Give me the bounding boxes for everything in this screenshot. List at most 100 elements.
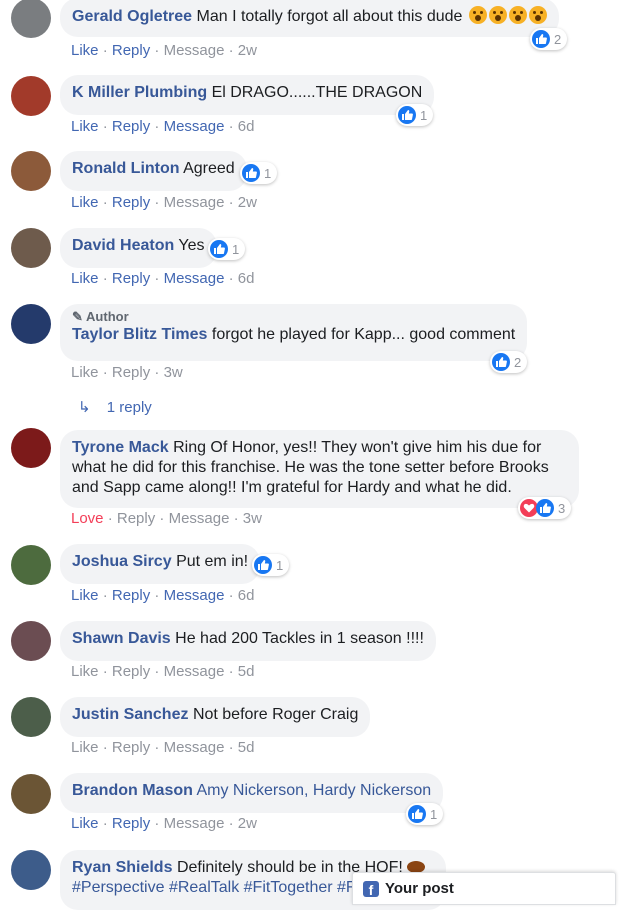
like-link[interactable]: Like bbox=[71, 42, 99, 59]
avatar[interactable] bbox=[11, 151, 51, 191]
like-link[interactable]: Like bbox=[71, 815, 99, 832]
message-link[interactable]: Message bbox=[164, 194, 225, 211]
timestamp[interactable]: 3w bbox=[243, 510, 262, 527]
like-reaction-icon bbox=[242, 164, 260, 182]
reaction-count[interactable]: 1 bbox=[208, 238, 246, 260]
comment-bubble: ✎ Author Taylor Blitz Times forgot he pl… bbox=[60, 304, 528, 361]
comment-text: Yes bbox=[178, 237, 205, 254]
reaction-count[interactable]: 2 bbox=[490, 351, 528, 373]
comment-actions: Like · Reply · Message · 5d bbox=[71, 739, 255, 756]
avatar[interactable] bbox=[11, 228, 51, 268]
avatar[interactable] bbox=[11, 76, 51, 116]
reaction-count[interactable]: 3 bbox=[518, 497, 572, 519]
timestamp[interactable]: 6d bbox=[238, 587, 255, 604]
avatar[interactable] bbox=[11, 850, 51, 890]
comment-bubble: David Heaton Yes bbox=[60, 228, 217, 268]
timestamp[interactable]: 5d bbox=[238, 663, 255, 680]
comment-bubble: Ronald Linton Agreed bbox=[60, 151, 247, 191]
commenter-name[interactable]: K Miller Plumbing bbox=[72, 84, 207, 101]
timestamp[interactable]: 3w bbox=[164, 364, 183, 381]
commenter-name[interactable]: Gerald Ogletree bbox=[72, 8, 192, 25]
reply-link[interactable]: Reply bbox=[112, 194, 150, 211]
commenter-name[interactable]: Joshua Sircy bbox=[72, 553, 172, 570]
pencil-icon: ✎ bbox=[72, 309, 83, 324]
reaction-number: 1 bbox=[264, 165, 272, 181]
view-replies-link[interactable]: ↳ 1 reply bbox=[78, 398, 152, 416]
comment-text: Man I totally forgot all about this dude bbox=[196, 8, 463, 25]
avatar[interactable] bbox=[11, 304, 51, 344]
message-link[interactable]: Message bbox=[164, 815, 225, 832]
avatar[interactable] bbox=[11, 0, 51, 38]
message-link[interactable]: Message bbox=[164, 739, 225, 756]
reaction-count[interactable]: 1 bbox=[406, 803, 444, 825]
timestamp[interactable]: 6d bbox=[238, 118, 255, 135]
commenter-name[interactable]: Taylor Blitz Times bbox=[72, 326, 207, 343]
message-link[interactable]: Message bbox=[164, 663, 225, 680]
comment-actions: Like · Reply · Message · 6d bbox=[71, 118, 255, 135]
reaction-number: 2 bbox=[554, 31, 562, 47]
avatar[interactable] bbox=[11, 697, 51, 737]
hashtags[interactable]: #Perspective #RealTalk #FitTogether #F bbox=[72, 879, 356, 896]
comment-text: Agreed bbox=[183, 160, 235, 177]
avatar[interactable] bbox=[11, 774, 51, 814]
reply-link[interactable]: Reply bbox=[112, 364, 150, 381]
reaction-count[interactable]: 1 bbox=[240, 162, 278, 184]
comment-bubble: Justin Sanchez Not before Roger Craig bbox=[60, 697, 371, 737]
like-link[interactable]: Like bbox=[71, 663, 99, 680]
reply-link[interactable]: Reply bbox=[112, 663, 150, 680]
like-reaction-icon bbox=[398, 106, 416, 124]
timestamp[interactable]: 2w bbox=[238, 42, 257, 59]
your-post-label: Your post bbox=[385, 880, 454, 897]
reply-link[interactable]: Reply bbox=[112, 739, 150, 756]
message-link[interactable]: Message bbox=[164, 270, 225, 287]
commenter-name[interactable]: Brandon Mason bbox=[72, 782, 193, 799]
commenter-name[interactable]: Shawn Davis bbox=[72, 630, 171, 647]
like-link[interactable]: Like bbox=[71, 739, 99, 756]
reply-link[interactable]: Reply bbox=[112, 587, 150, 604]
comment-actions: Like · Reply · Message · 6d bbox=[71, 270, 255, 287]
message-link[interactable]: Message bbox=[164, 587, 225, 604]
commenter-name[interactable]: Ronald Linton bbox=[72, 160, 180, 177]
commenter-name[interactable]: Ryan Shields bbox=[72, 859, 172, 876]
timestamp[interactable]: 5d bbox=[238, 739, 255, 756]
reaction-number: 1 bbox=[430, 806, 438, 822]
love-link[interactable]: Love bbox=[71, 510, 104, 527]
comment-actions: Love · Reply · Message · 3w bbox=[71, 510, 262, 527]
reply-link[interactable]: Reply bbox=[112, 815, 150, 832]
timestamp[interactable]: 2w bbox=[238, 194, 257, 211]
commenter-name[interactable]: Tyrone Mack bbox=[72, 439, 169, 456]
timestamp[interactable]: 6d bbox=[238, 270, 255, 287]
like-reaction-icon bbox=[408, 805, 426, 823]
avatar[interactable] bbox=[11, 545, 51, 585]
reaction-count[interactable]: 2 bbox=[530, 28, 568, 50]
commenter-name[interactable]: Justin Sanchez bbox=[72, 706, 188, 723]
message-link[interactable]: Message bbox=[164, 42, 225, 59]
comment-actions: Like · Reply · Message · 2w bbox=[71, 42, 257, 59]
commenter-name[interactable]: David Heaton bbox=[72, 237, 174, 254]
wow-emoji-icon bbox=[468, 6, 487, 24]
avatar[interactable] bbox=[11, 621, 51, 661]
comment-bubble: Joshua Sircy Put em in! bbox=[60, 544, 261, 584]
comment: Gerald Ogletree Man I totally forgot all… bbox=[0, 0, 625, 70]
reaction-number: 1 bbox=[276, 557, 284, 573]
avatar[interactable] bbox=[11, 428, 51, 468]
like-link[interactable]: Like bbox=[71, 194, 99, 211]
like-link[interactable]: Like bbox=[71, 118, 99, 135]
like-link[interactable]: Like bbox=[71, 270, 99, 287]
like-reaction-icon bbox=[532, 30, 550, 48]
reaction-number: 2 bbox=[514, 354, 522, 370]
your-post-tab[interactable]: f Your post bbox=[352, 872, 616, 905]
reaction-count[interactable]: 1 bbox=[396, 104, 434, 126]
like-link[interactable]: Like bbox=[71, 587, 99, 604]
timestamp[interactable]: 2w bbox=[238, 815, 257, 832]
like-link[interactable]: Like bbox=[71, 364, 99, 381]
reply-link[interactable]: Reply bbox=[112, 118, 150, 135]
reaction-count[interactable]: 1 bbox=[252, 554, 290, 576]
reply-link[interactable]: Reply bbox=[112, 42, 150, 59]
reply-link[interactable]: Reply bbox=[117, 510, 155, 527]
reply-link[interactable]: Reply bbox=[112, 270, 150, 287]
author-badge: ✎ Author bbox=[72, 309, 515, 325]
comment-actions: Like · Reply · Message · 2w bbox=[71, 194, 257, 211]
message-link[interactable]: Message bbox=[164, 118, 225, 135]
message-link[interactable]: Message bbox=[169, 510, 230, 527]
